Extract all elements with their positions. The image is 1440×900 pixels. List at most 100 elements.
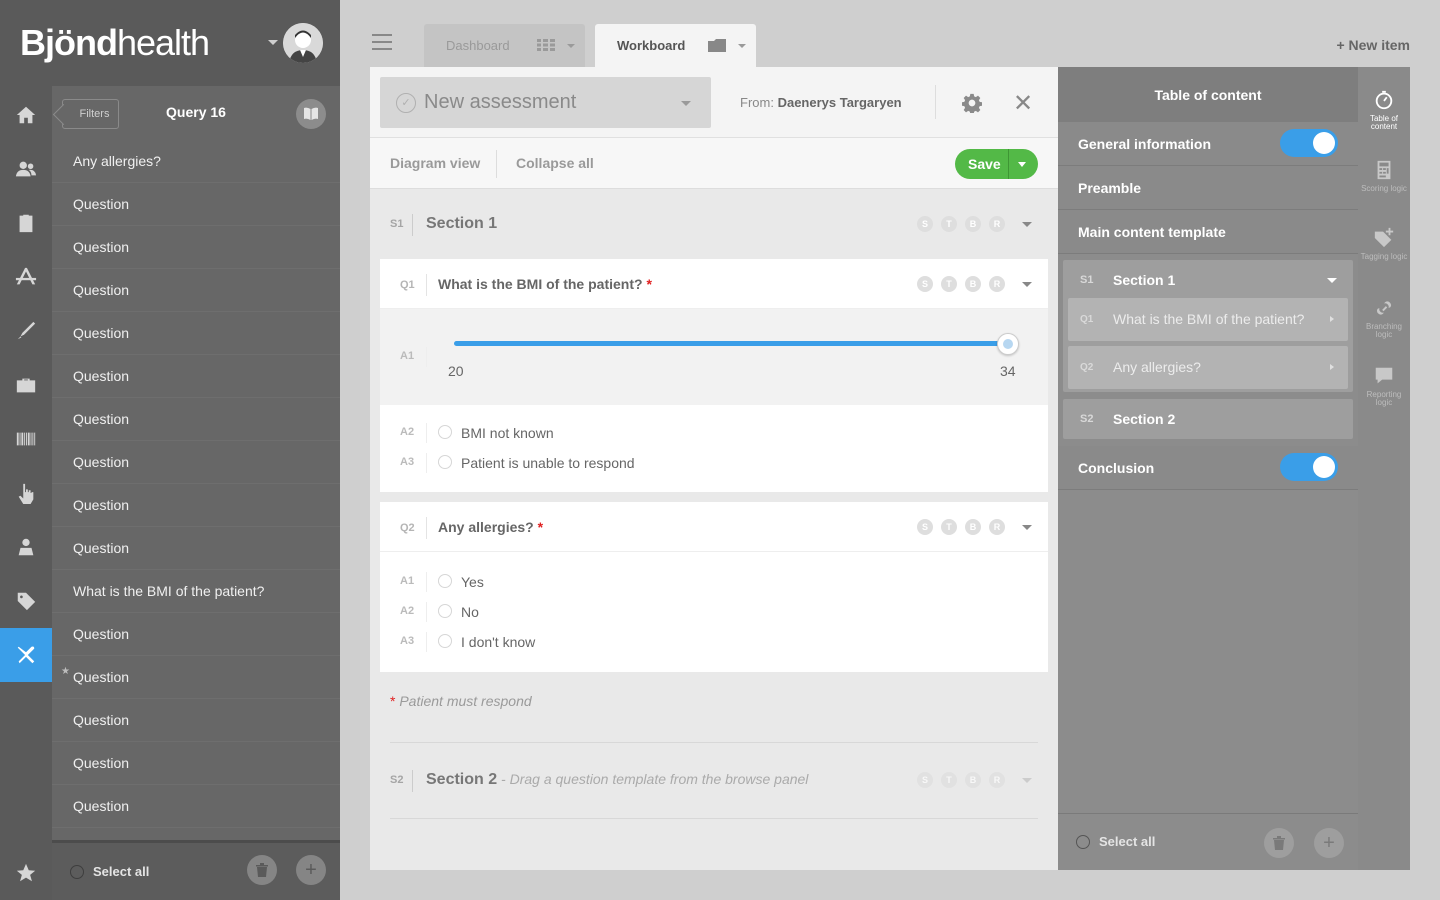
- question-header[interactable]: Q2 Any allergies? * S T B R: [380, 502, 1048, 552]
- list-item[interactable]: Question: [52, 355, 340, 398]
- hand-pointer-icon[interactable]: [0, 466, 52, 520]
- tab-workboard[interactable]: Workboard: [595, 24, 756, 67]
- answer-option[interactable]: A2 BMI not known: [380, 418, 1048, 448]
- chevron-down-icon[interactable]: [1022, 282, 1032, 287]
- answer-option[interactable]: A3 Patient is unable to respond: [380, 448, 1048, 478]
- diagram-view-link[interactable]: Diagram view: [390, 155, 480, 171]
- branching-badge[interactable]: B: [965, 216, 981, 232]
- users-icon[interactable]: [0, 142, 52, 196]
- select-all-checkbox[interactable]: Select all: [1076, 834, 1155, 849]
- chevron-down-icon[interactable]: [1022, 222, 1032, 227]
- list-item[interactable]: Question: [52, 398, 340, 441]
- list-item[interactable]: Question: [52, 183, 340, 226]
- tagging-badge[interactable]: T: [941, 772, 957, 788]
- slider-track[interactable]: [454, 341, 1008, 346]
- hamburger-menu-icon[interactable]: [372, 34, 392, 50]
- person-icon[interactable]: [0, 520, 52, 574]
- radio-button[interactable]: [438, 574, 452, 588]
- pen-icon[interactable]: [0, 304, 52, 358]
- toc-item-main-content[interactable]: Main content template: [1058, 210, 1358, 254]
- scoring-badge[interactable]: S: [917, 276, 933, 292]
- branching-badge[interactable]: B: [965, 276, 981, 292]
- question-header[interactable]: Q1 What is the BMI of the patient? * S T…: [380, 259, 1048, 309]
- app-store-icon[interactable]: [0, 250, 52, 304]
- add-button[interactable]: +: [296, 855, 326, 885]
- add-button[interactable]: +: [1314, 828, 1344, 858]
- radio-button[interactable]: [438, 604, 452, 618]
- scoring-badge[interactable]: S: [917, 519, 933, 535]
- list-item[interactable]: Any allergies?: [52, 140, 340, 183]
- list-item[interactable]: Question: [52, 785, 340, 828]
- barcode-icon[interactable]: [0, 412, 52, 466]
- briefcase-icon[interactable]: [0, 358, 52, 412]
- new-item-button[interactable]: + New item: [1336, 37, 1410, 53]
- rail-item-scoring-logic[interactable]: Scoring logic: [1358, 159, 1410, 193]
- section-header[interactable]: S1 Section 1 S T B R: [380, 200, 1048, 250]
- list-item[interactable]: Question: [52, 226, 340, 269]
- scoring-badge[interactable]: S: [917, 216, 933, 232]
- radio-button[interactable]: [438, 425, 452, 439]
- list-item[interactable]: What is the BMI of the patient?: [52, 570, 340, 613]
- reporting-badge[interactable]: R: [989, 216, 1005, 232]
- chevron-down-icon[interactable]: [1327, 278, 1337, 283]
- close-icon[interactable]: ✕: [1013, 89, 1033, 118]
- delete-button[interactable]: [247, 855, 277, 885]
- branching-badge[interactable]: B: [965, 772, 981, 788]
- home-icon[interactable]: [0, 88, 52, 142]
- rail-item-branching-logic[interactable]: Branching logic: [1358, 297, 1410, 339]
- branching-badge[interactable]: B: [965, 519, 981, 535]
- section-header[interactable]: S2 Section 2 - Drag a question template …: [380, 756, 1048, 806]
- clipboard-icon[interactable]: [0, 196, 52, 250]
- save-options-caret-icon[interactable]: [1018, 162, 1026, 167]
- list-item[interactable]: Question: [52, 484, 340, 527]
- chevron-down-icon[interactable]: [738, 44, 746, 48]
- assessment-select[interactable]: ✓ New assessment: [380, 77, 711, 128]
- toc-section[interactable]: S2 Section 2: [1063, 399, 1353, 439]
- toc-section-header[interactable]: S1 Section 1: [1063, 260, 1353, 300]
- list-item[interactable]: Question: [52, 527, 340, 570]
- conclusion-toggle[interactable]: [1280, 453, 1338, 481]
- toc-question[interactable]: Q1 What is the BMI of the patient?: [1068, 298, 1348, 341]
- radio-button[interactable]: [438, 634, 452, 648]
- list-item[interactable]: Question: [52, 699, 340, 742]
- tools-icon[interactable]: [0, 628, 52, 682]
- answer-option[interactable]: A2 No: [380, 597, 1048, 627]
- slider-handle[interactable]: [997, 333, 1019, 355]
- list-item[interactable]: Question: [52, 312, 340, 355]
- book-icon[interactable]: [296, 99, 326, 129]
- toc-item-general-information[interactable]: General information: [1058, 122, 1358, 166]
- chevron-down-icon[interactable]: [567, 44, 575, 48]
- save-button[interactable]: Save: [955, 149, 1038, 179]
- tagging-badge[interactable]: T: [941, 216, 957, 232]
- chevron-down-icon[interactable]: [1022, 778, 1032, 783]
- tagging-badge[interactable]: T: [941, 519, 957, 535]
- logo[interactable]: Bjöndhealth: [20, 22, 210, 64]
- tag-icon[interactable]: [0, 574, 52, 628]
- toc-item-preamble[interactable]: Preamble: [1058, 166, 1358, 210]
- rail-item-reporting-logic[interactable]: Reporting logic: [1358, 365, 1410, 407]
- radio-button[interactable]: [438, 455, 452, 469]
- toc-item-conclusion[interactable]: Conclusion: [1058, 446, 1358, 490]
- list-item[interactable]: Question: [52, 269, 340, 312]
- reporting-badge[interactable]: R: [989, 276, 1005, 292]
- general-information-toggle[interactable]: [1280, 129, 1338, 157]
- tab-dashboard[interactable]: Dashboard: [424, 24, 585, 67]
- chevron-down-icon[interactable]: [1022, 525, 1032, 530]
- answer-option[interactable]: A1 Yes: [380, 567, 1048, 597]
- list-item[interactable]: Question: [52, 441, 340, 484]
- scoring-badge[interactable]: S: [917, 772, 933, 788]
- list-item[interactable]: ★ Question: [52, 656, 340, 699]
- select-all-checkbox[interactable]: Select all: [70, 864, 149, 879]
- list-item[interactable]: Question: [52, 742, 340, 785]
- avatar-menu-caret-icon[interactable]: [268, 40, 278, 45]
- star-icon[interactable]: [0, 846, 52, 900]
- answer-option[interactable]: A3 I don't know: [380, 627, 1048, 657]
- rail-item-tagging-logic[interactable]: Tagging logic: [1358, 227, 1410, 261]
- list-item[interactable]: Question: [52, 613, 340, 656]
- delete-button[interactable]: [1264, 828, 1294, 858]
- collapse-all-link[interactable]: Collapse all: [516, 155, 594, 171]
- reporting-badge[interactable]: R: [989, 772, 1005, 788]
- toc-question[interactable]: Q2 Any allergies?: [1068, 346, 1348, 389]
- rail-item-table-of-content[interactable]: Table of content: [1358, 89, 1410, 131]
- tagging-badge[interactable]: T: [941, 276, 957, 292]
